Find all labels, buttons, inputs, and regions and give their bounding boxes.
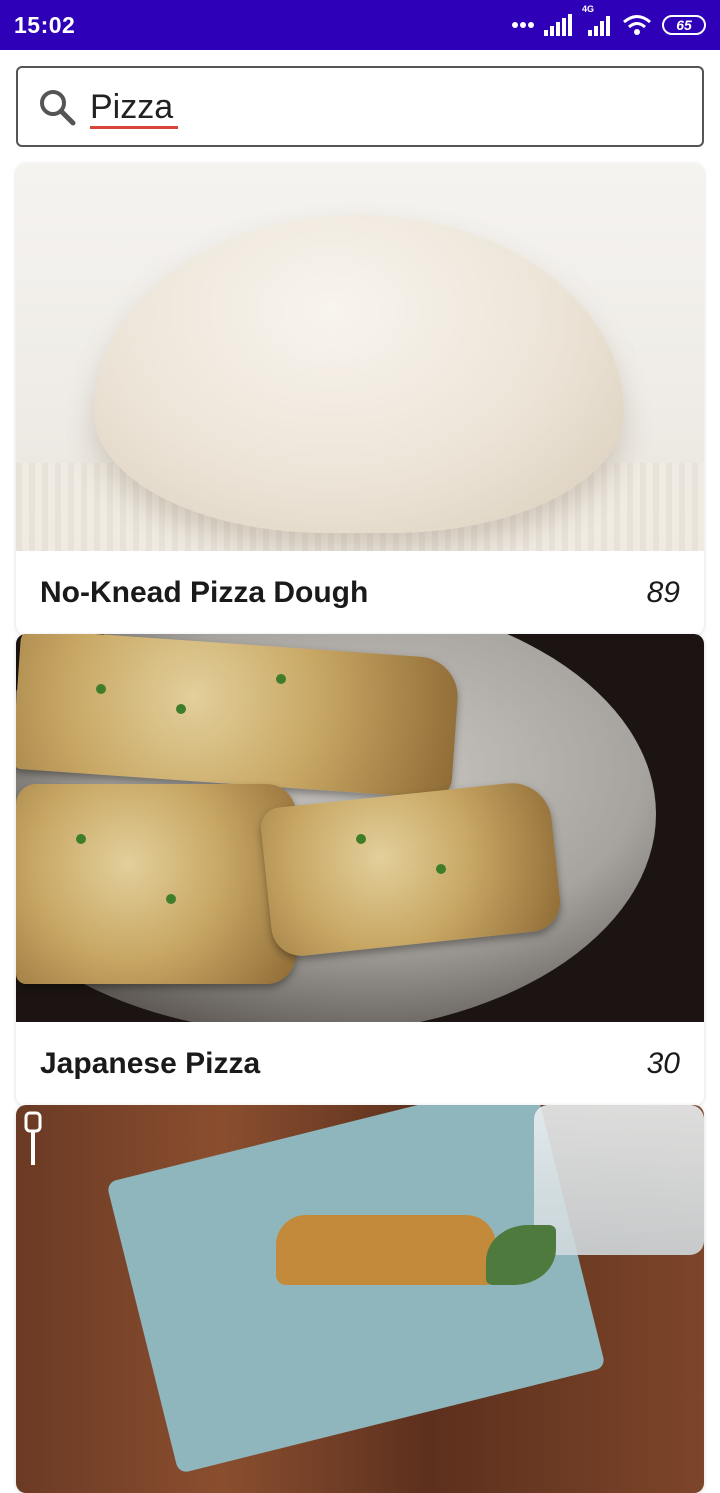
bottle-opener-icon <box>20 1111 46 1174</box>
food <box>276 1215 496 1285</box>
status-bar: 15:02 4G 65 <box>0 0 720 50</box>
search-icon <box>38 88 76 131</box>
more-dots-icon <box>512 21 534 29</box>
herb <box>356 834 366 844</box>
battery-level: 65 <box>676 17 692 33</box>
plate <box>106 1105 606 1474</box>
recipe-card[interactable]: No-Knead Pizza Dough 89 <box>16 163 704 635</box>
recipe-card[interactable] <box>16 1105 704 1493</box>
herb <box>276 674 286 684</box>
search-input[interactable]: Pizza <box>16 66 704 147</box>
herb <box>76 834 86 844</box>
status-time: 15:02 <box>14 11 76 38</box>
dough-ball <box>94 215 624 533</box>
recipe-card-footer: Japanese Pizza 30 <box>16 1022 704 1106</box>
pizza-slice <box>16 784 296 984</box>
recipe-image-japanese-pizza[interactable] <box>16 634 704 1022</box>
signal-4g-icon: 4G <box>582 4 612 36</box>
herb <box>166 894 176 904</box>
herb <box>96 684 106 694</box>
network-type-label: 4G <box>582 4 595 14</box>
recipe-count: 30 <box>646 1047 680 1080</box>
recipe-image-pizza-dough[interactable] <box>16 163 704 551</box>
wifi-icon <box>622 14 652 36</box>
status-icons: 4G 65 <box>512 4 706 36</box>
recipe-title[interactable]: No-Knead Pizza Dough <box>40 576 368 610</box>
signal-icon <box>544 14 572 36</box>
recipe-count: 89 <box>646 576 680 609</box>
glass <box>534 1105 704 1255</box>
battery-icon: 65 <box>662 15 706 35</box>
search-query[interactable]: Pizza <box>90 86 173 128</box>
recipe-image-third[interactable] <box>16 1105 704 1493</box>
recipe-card-footer: No-Knead Pizza Dough 89 <box>16 551 704 635</box>
recipe-title[interactable]: Japanese Pizza <box>40 1047 260 1081</box>
herb <box>176 704 186 714</box>
spellcheck-underline <box>90 126 178 129</box>
recipe-card[interactable]: Japanese Pizza 30 <box>16 634 704 1106</box>
pizza-slice <box>258 779 564 959</box>
herb <box>436 864 446 874</box>
